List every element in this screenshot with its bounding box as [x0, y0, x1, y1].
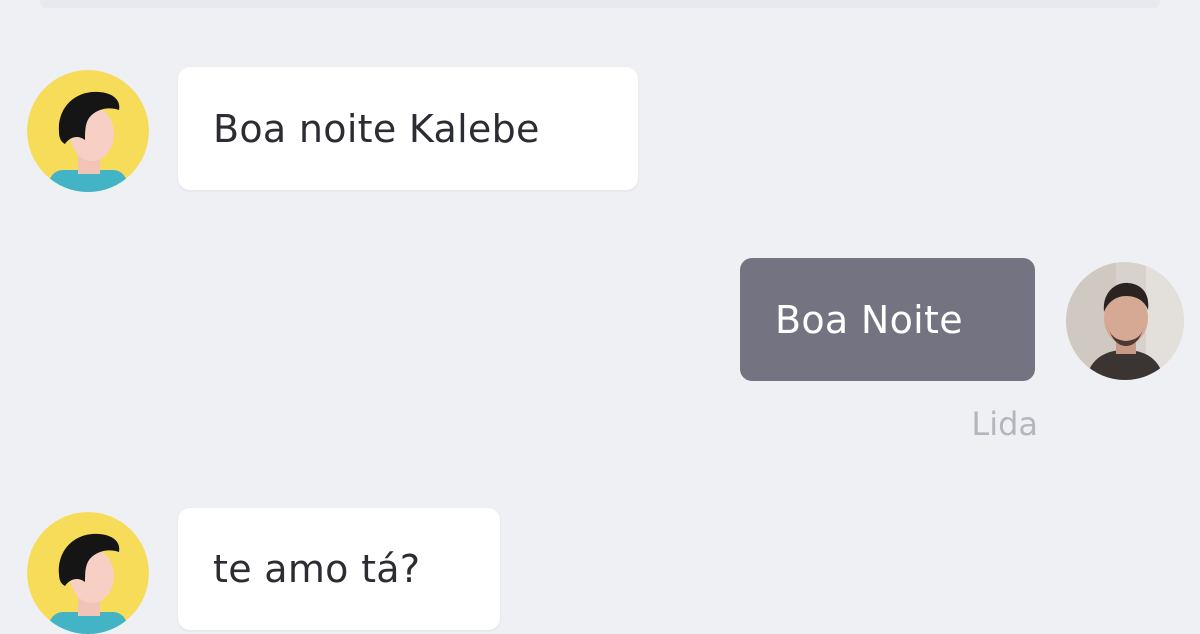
message-text: te amo tá?	[213, 547, 421, 591]
chat-thread: Boa noite Kalebe Boa Noite Lida te amo t…	[0, 0, 1200, 634]
previous-message-edge	[40, 0, 1160, 8]
outgoing-message-bubble[interactable]: Boa Noite	[740, 258, 1035, 381]
default-user-avatar-icon[interactable]	[27, 512, 149, 634]
user-photo-avatar[interactable]	[1066, 262, 1184, 380]
read-status: Lida	[971, 405, 1038, 443]
incoming-message-bubble[interactable]: te amo tá?	[178, 508, 500, 630]
incoming-message-bubble[interactable]: Boa noite Kalebe	[178, 67, 638, 190]
message-text: Boa noite Kalebe	[213, 106, 540, 151]
message-text: Boa Noite	[775, 297, 963, 342]
default-user-avatar-icon[interactable]	[27, 70, 149, 192]
